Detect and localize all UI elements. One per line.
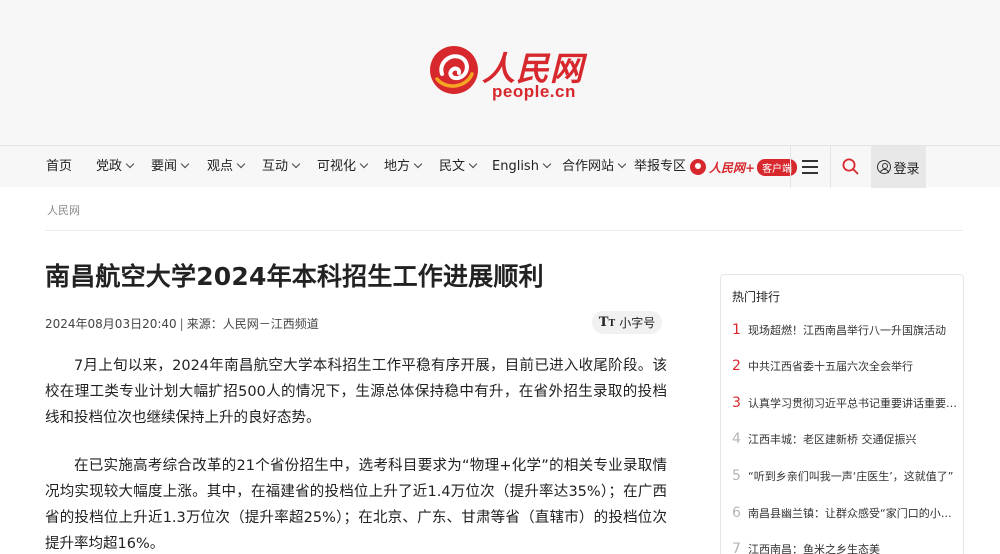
font-size-toggle-button[interactable]: TT 小字号	[592, 311, 662, 334]
nav-item-partners[interactable]: 合作网站	[562, 146, 627, 188]
hot-ranking-item[interactable]: 1 现场超燃！江西南昌举行八一升国旗活动	[732, 320, 960, 340]
hot-ranking-item[interactable]: 6 南昌县幽兰镇：让群众感受“家门口的小幸福”	[732, 503, 960, 523]
article-meta: 2024年08月03日20:40 | 来源：人民网－江西频道	[45, 315, 319, 332]
chevron-down-icon	[125, 159, 135, 169]
chevron-down-icon	[291, 159, 301, 169]
rank-number: 1	[732, 322, 741, 338]
article-source[interactable]: 人民网－江西频道	[223, 317, 319, 331]
nav-item-opinion[interactable]: 观点	[207, 146, 246, 188]
nav-label: 观点	[207, 159, 234, 174]
hot-ranking-text: 南昌县幽兰镇：让群众感受“家门口的小幸福”	[748, 507, 960, 520]
nav-label: 地方	[384, 159, 411, 174]
logo-swirl-icon	[430, 46, 478, 94]
meta-separator: |	[179, 317, 184, 331]
main-nav: 首页 党政 要闻 观点 互动 可视化 地方 民文 English 合作网站 举报…	[0, 145, 1000, 188]
nav-item-english[interactable]: English	[492, 146, 552, 188]
nav-label: 民文	[439, 159, 466, 174]
nav-divider	[790, 146, 791, 188]
hot-ranking-text: 现场超燃！江西南昌举行八一升国旗活动	[748, 324, 946, 337]
nav-label: 互动	[262, 159, 289, 174]
hot-ranking-item[interactable]: 3 认真学习贯彻习近平总书记重要讲话重要指示精神	[732, 393, 960, 413]
client-badge-logo-text: 人民网+	[709, 160, 756, 175]
article-title: 南昌航空大学2024年本科招生工作进展顺利	[45, 262, 544, 291]
user-icon	[877, 160, 892, 174]
chevron-down-icon	[236, 159, 246, 169]
article-paragraph: 7月上旬以来，2024年南昌航空大学本科招生工作平稳有序开展，目前已进入收尾阶段…	[45, 358, 667, 426]
hot-ranking-title: 热门排行	[732, 290, 781, 304]
nav-label: 可视化	[317, 159, 357, 174]
nav-item-report[interactable]: 举报专区	[634, 146, 686, 188]
nav-label: 举报专区	[634, 159, 687, 174]
nav-item-visual[interactable]: 可视化	[317, 146, 369, 188]
login-button[interactable]: 登录	[871, 146, 926, 188]
chevron-down-icon	[468, 159, 478, 169]
client-app-badge[interactable]: 人民网+ 客户端	[690, 157, 798, 177]
rank-number: 7	[732, 541, 741, 554]
breadcrumb-divider	[45, 230, 963, 231]
nav-item-local[interactable]: 地方	[384, 146, 423, 188]
rank-number: 6	[732, 505, 741, 521]
nav-item-interact[interactable]: 互动	[262, 146, 301, 188]
hot-ranking-item[interactable]: 5 “听到乡亲们叫我一声‘庄医生’，这就值了”	[732, 466, 960, 486]
text-size-icon: TT	[598, 315, 616, 330]
hot-ranking-text: 认真学习贯彻习近平总书记重要讲话重要指示精神	[748, 397, 960, 410]
rank-number: 5	[732, 468, 741, 484]
nav-label: 要闻	[151, 159, 178, 174]
article-date: 2024年08月03日20:40	[45, 317, 177, 331]
people-logo-icon	[690, 159, 706, 175]
rank-number: 3	[732, 395, 741, 411]
client-badge-pill: 客户端	[757, 158, 798, 176]
hot-ranking-text: “听到乡亲们叫我一声‘庄医生’，这就值了”	[748, 470, 954, 483]
rank-number: 2	[732, 358, 741, 374]
hot-ranking-text: 江西丰城：老区建新桥 交通促振兴	[748, 433, 917, 446]
hot-ranking-item[interactable]: 2 中共江西省委十五届六次全会举行	[732, 356, 960, 376]
breadcrumb[interactable]: 人民网	[47, 202, 80, 218]
chevron-down-icon	[359, 159, 369, 169]
nav-item-home[interactable]: 首页	[46, 146, 72, 188]
hamburger-icon[interactable]	[802, 160, 818, 174]
chevron-down-icon	[617, 159, 627, 169]
login-label: 登录	[893, 161, 920, 177]
nav-label: 首页	[46, 159, 73, 174]
nav-item-ethnic[interactable]: 民文	[439, 146, 478, 188]
chevron-down-icon	[413, 159, 423, 169]
site-logo[interactable]: 人民网 people.cn	[428, 40, 588, 104]
article-source-prefix: 来源：	[186, 317, 223, 331]
font-size-toggle-label: 小字号	[619, 316, 656, 330]
hot-ranking-text: 中共江西省委十五届六次全会举行	[748, 360, 913, 373]
site-header: 人民网 people.cn	[0, 0, 1000, 145]
chevron-down-icon	[542, 159, 552, 169]
nav-divider	[830, 146, 831, 188]
nav-label: English	[492, 159, 539, 174]
nav-item-party-gov[interactable]: 党政	[96, 146, 135, 188]
hot-ranking-item[interactable]: 4 江西丰城：老区建新桥 交通促振兴	[732, 429, 960, 449]
nav-item-news[interactable]: 要闻	[151, 146, 190, 188]
article-paragraph: 在已实施高考综合改革的21个省份招生中，选考科目要求为“物理+化学”的相关专业录…	[45, 458, 667, 552]
rank-number: 4	[732, 431, 741, 447]
hot-ranking-item[interactable]: 7 江西南昌：鱼米之乡生态美	[732, 539, 960, 554]
hot-ranking-text: 江西南昌：鱼米之乡生态美	[748, 543, 880, 554]
hot-ranking-panel: 热门排行 1 现场超燃！江西南昌举行八一升国旗活动 2 中共江西省委十五届六次全…	[720, 274, 964, 554]
nav-label: 合作网站	[562, 159, 615, 174]
logo-english-text: people.cn	[492, 82, 576, 101]
chevron-down-icon	[180, 159, 190, 169]
search-icon[interactable]	[842, 158, 859, 175]
nav-label: 党政	[96, 159, 123, 174]
